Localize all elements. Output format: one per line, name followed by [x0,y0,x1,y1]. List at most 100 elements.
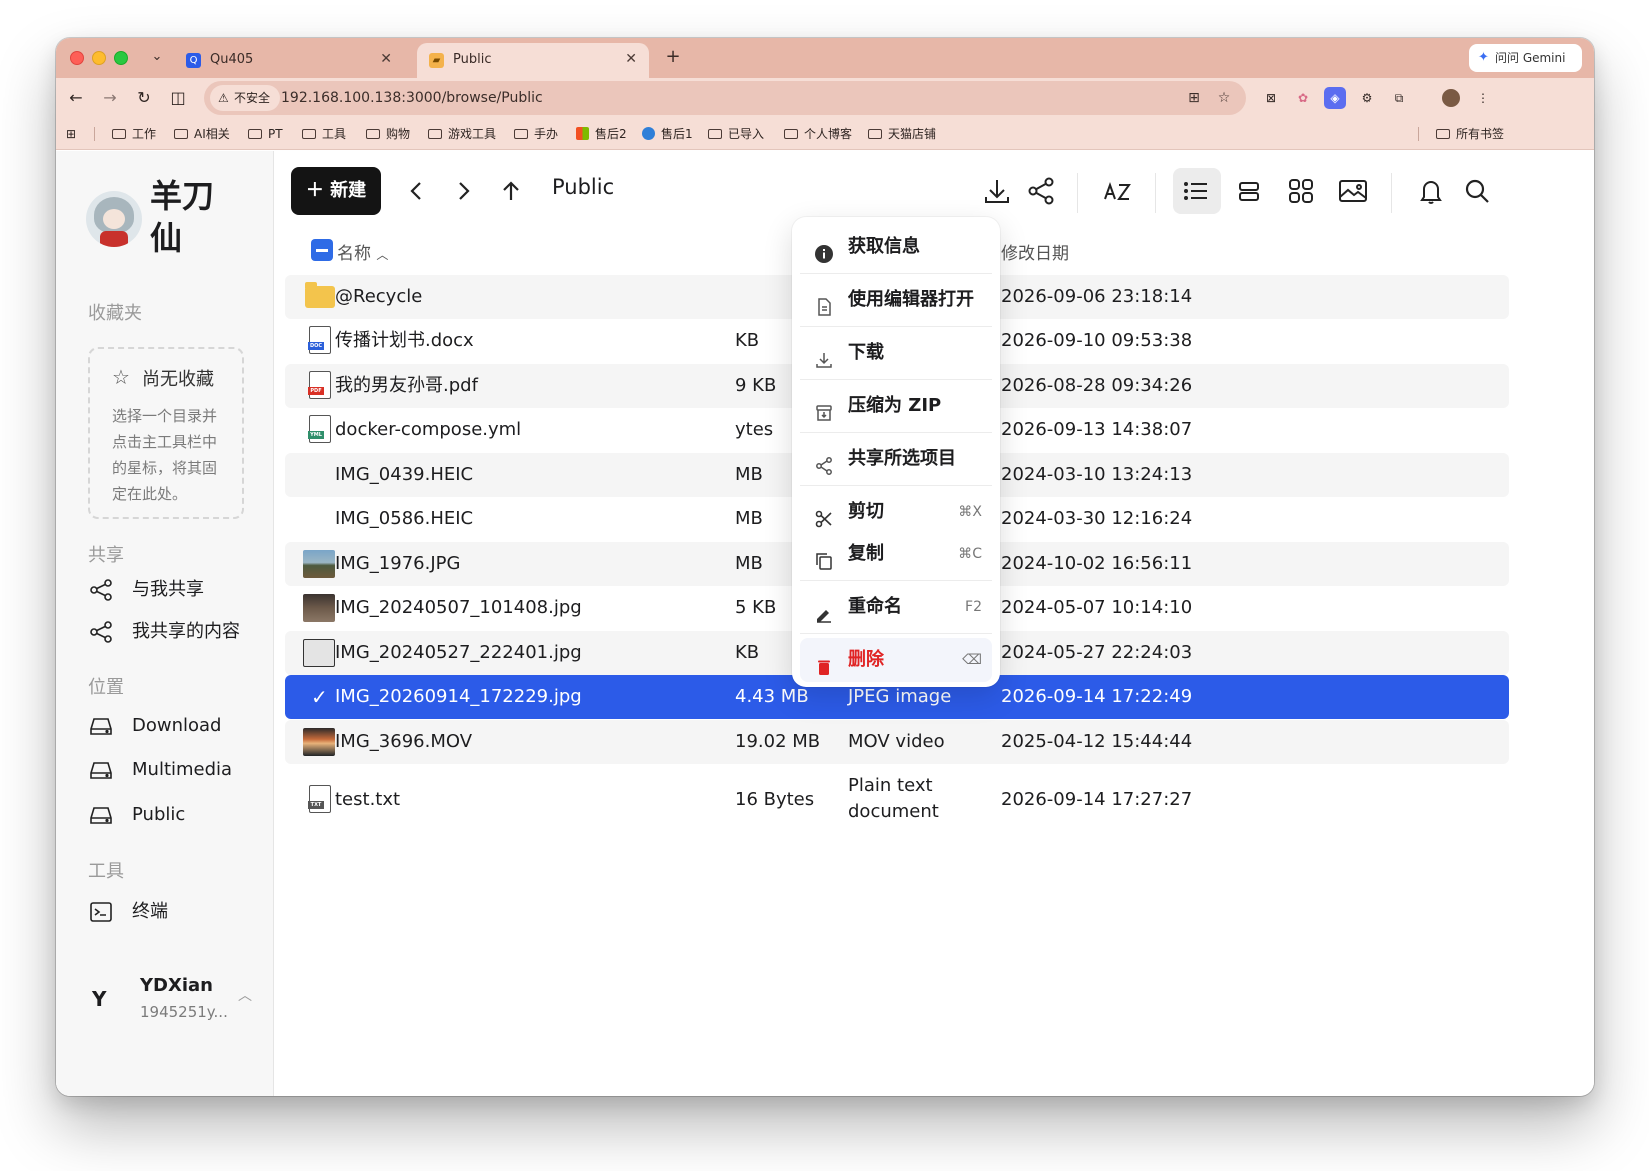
close-window-button[interactable] [70,51,84,65]
bookmark-folder[interactable]: 手办 [514,118,558,150]
table-row[interactable]: TXT test.txt 16 Bytes Plain text document… [285,765,1509,835]
file-date: 2026-09-06 23:18:14 [1001,286,1193,307]
bookmark-star-icon[interactable]: ☆ [1214,88,1234,108]
forward-arrow-icon[interactable]: → [98,86,122,110]
bookmark-folder[interactable]: 天猫店铺 [868,118,936,150]
up-arrow-icon[interactable] [491,171,531,211]
bookmark-folder[interactable]: 工作 [112,118,156,150]
extension-x-icon[interactable]: ⊠ [1260,87,1282,109]
file-type: MOV video [848,731,945,752]
forward-icon[interactable] [443,171,483,211]
download-icon[interactable] [977,171,1017,211]
user-menu[interactable]: Y YDXian 1945251y... ︿ [56,961,274,1041]
sidebar-item-label: 与我共享 [132,579,204,600]
more-menu-icon[interactable]: ⋮ [1472,87,1494,109]
zoom-window-button[interactable] [114,51,128,65]
menu-item-label: 共享所选项目 [848,448,956,469]
bookmark-folder[interactable]: 购物 [366,118,410,150]
bookmark-link[interactable]: 售后1 [642,118,693,150]
back-arrow-icon[interactable]: ← [64,86,88,110]
tab-close-icon[interactable]: ✕ [625,43,637,76]
sort-az-icon[interactable] [1097,171,1137,211]
pen-icon [814,597,834,623]
gemini-button[interactable]: ✦ 问问 Gemini [1469,44,1582,72]
profile-avatar[interactable] [1440,87,1462,109]
chevron-up-icon[interactable]: ︿ [238,985,252,1005]
sidebar-item-shared-with-me[interactable]: 与我共享 [88,575,204,605]
menu-item-zip[interactable]: 压缩为 ZIP [800,384,992,428]
menu-item-delete[interactable]: 删除 ⌫ [800,638,992,682]
extension-blue-icon[interactable]: ◈ [1324,87,1346,109]
share-icon[interactable] [1021,171,1061,211]
grid-view-icon[interactable] [1281,171,1321,211]
extensions-puzzle-icon[interactable]: ⧉ [1388,87,1410,109]
file-size: MB [735,553,763,574]
bookmark-label: 所有书签 [1456,127,1505,141]
tab-search-chevron-icon[interactable]: ⌄ [146,46,168,68]
gallery-view-icon[interactable] [1333,171,1373,211]
menu-separator [800,432,992,433]
menu-item-rename[interactable]: 重命名 F2 [800,585,992,629]
new-button-label: 新建 [330,180,367,201]
tab-close-icon[interactable]: ✕ [380,43,392,76]
menu-item-open-editor[interactable]: 使用编辑器打开 [800,278,992,322]
compact-view-icon[interactable] [1229,171,1269,211]
translate-icon[interactable]: ⊞ [1184,88,1204,108]
new-tab-button[interactable]: + [661,46,685,70]
column-modified[interactable]: 修改日期 [1001,239,1069,264]
reload-icon[interactable]: ↻ [132,86,156,110]
bookmark-folder[interactable]: 个人博客 [784,118,852,150]
sidebar-item-terminal[interactable]: 终端 [88,897,168,927]
extension-openai-icon[interactable]: ⚙ [1356,87,1378,109]
menu-separator [800,485,992,486]
sidebar-item-my-shares[interactable]: 我共享的内容 [88,617,240,647]
list-view-icon[interactable] [1173,168,1221,214]
bookmark-folder[interactable]: AI相关 [174,118,230,150]
file-size: MB [735,464,763,485]
file-name: test.txt [335,789,401,810]
tab-public[interactable]: ▰ Public ✕ [417,43,649,78]
back-icon[interactable] [397,171,437,211]
menu-item-download[interactable]: 下载 [800,331,992,375]
apps-grid-icon[interactable]: ⊞ [66,118,76,150]
security-chip[interactable]: ⚠ 不安全 [210,85,281,111]
menu-item-share[interactable]: 共享所选项目 [800,437,992,481]
file-name: @Recycle [335,286,423,307]
warning-icon: ⚠ [218,91,229,105]
bookmark-label: 手办 [534,127,559,141]
sidebar-item-public[interactable]: Public [88,800,185,830]
bookmark-folder[interactable]: 游戏工具 [428,118,496,150]
new-button[interactable]: ＋ 新建 [291,167,381,215]
bookmark-folder[interactable]: 已导入 [708,118,764,150]
minimize-window-button[interactable] [92,51,106,65]
copy-icon [814,544,834,570]
table-row[interactable]: IMG_3696.MOV 19.02 MB MOV video 2025-04-… [285,720,1509,764]
bookmark-folder[interactable]: 工具 [302,118,346,150]
sidebar-item-download[interactable]: Download [88,711,221,741]
side-panel-icon[interactable]: ◫ [166,86,190,110]
bell-icon[interactable] [1411,171,1451,211]
bookmark-folder[interactable]: PT [248,118,283,150]
main-panel: ＋ 新建 Public 名称 ︿ 类型 修改日期 [275,151,1594,1096]
search-icon[interactable] [1457,171,1497,211]
folder-icon [112,129,126,139]
current-path: Public [552,175,615,199]
file-size: ytes [735,419,774,440]
tab-qu405[interactable]: Q Qu405 ✕ [174,43,404,78]
column-name[interactable]: 名称 ︿ [337,239,388,264]
menu-item-get-info[interactable]: 获取信息 [800,225,992,269]
select-all-checkbox[interactable] [311,239,333,261]
bookmark-link[interactable]: 售后2 [576,118,627,150]
bookmark-label: 个人博客 [804,127,853,141]
file-size: 5 KB [735,597,777,618]
bookmark-separator [94,127,95,141]
url-text[interactable]: 192.168.100.138:3000/browse/Public [281,81,543,115]
all-bookmarks[interactable]: 所有书签 [1436,118,1504,150]
address-bar[interactable]: ⚠ 不安全 192.168.100.138:3000/browse/Public… [204,81,1246,115]
file-name: IMG_3696.MOV [335,731,473,752]
star-icon: ☆ [112,365,130,389]
extension-pink-icon[interactable]: ✿ [1292,87,1314,109]
menu-item-cut[interactable]: 剪切 ⌘X [800,490,992,534]
sidebar-item-multimedia[interactable]: Multimedia [88,755,232,785]
menu-item-copy[interactable]: 复制 ⌘C [800,532,992,576]
